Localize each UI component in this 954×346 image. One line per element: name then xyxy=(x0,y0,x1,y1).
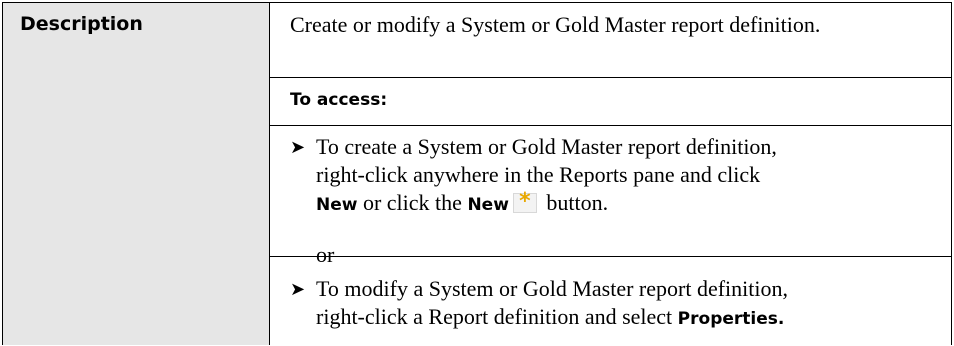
create-line-3a: or click the xyxy=(357,190,468,215)
access-heading: To access: xyxy=(290,90,388,110)
create-line-3b: button. xyxy=(540,190,609,215)
row-divider xyxy=(270,256,951,257)
properties-command-label: Properties. xyxy=(677,309,785,329)
create-instructions: To create a System or Gold Master report… xyxy=(316,133,930,219)
row-divider xyxy=(270,77,951,78)
row-divider xyxy=(270,125,951,126)
bullet-arrow-icon: ➤ xyxy=(290,137,306,157)
list-item-modify: ➤ To modify a System or Gold Master repo… xyxy=(290,275,930,333)
modify-line-2: right-click a Report definition and sele… xyxy=(316,304,678,329)
or-text: or xyxy=(316,242,335,267)
new-button-label: New xyxy=(467,195,509,215)
modify-instructions: To modify a System or Gold Master report… xyxy=(316,275,930,333)
new-command-label: New xyxy=(316,195,358,215)
modify-line-1: To modify a System or Gold Master report… xyxy=(316,276,788,301)
bullet-arrow-icon: ➤ xyxy=(290,279,306,299)
label-cell: Description xyxy=(3,3,270,345)
create-line-2: right-click anywhere in the Reports pane… xyxy=(316,162,761,187)
intro-text: Create or modify a System or Gold Master… xyxy=(290,12,821,37)
description-label: Description xyxy=(20,13,143,35)
list-item-create: ➤ To create a System or Gold Master repo… xyxy=(290,133,930,219)
new-star-icon: * xyxy=(512,190,537,214)
content-cell: Create or modify a System or Gold Master… xyxy=(270,3,951,345)
description-table: Description Create or modify a System or… xyxy=(2,2,952,345)
create-line-1: To create a System or Gold Master report… xyxy=(316,134,777,159)
